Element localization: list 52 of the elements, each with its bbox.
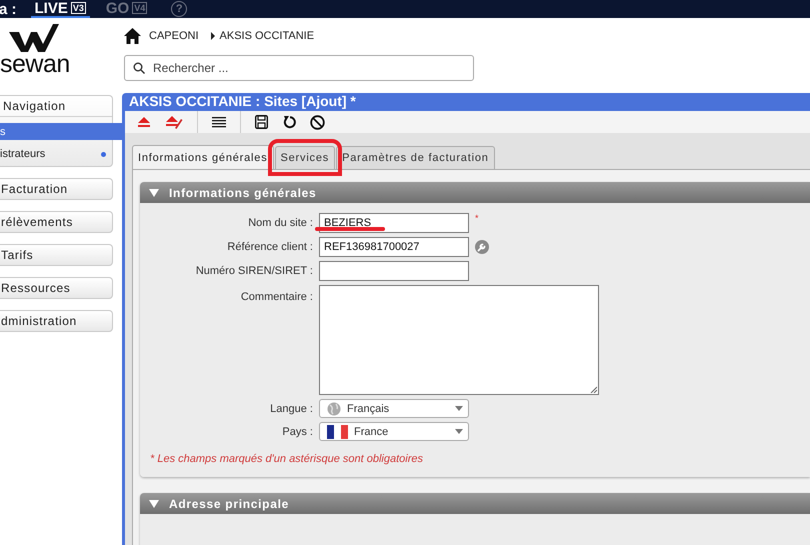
menu-button[interactable]: Tarifs: [0, 244, 113, 266]
sidebar-item[interactable]: istrateurs: [0, 144, 112, 164]
environment-tab[interactable]: GO V4: [102, 0, 152, 18]
logo-text: sewan: [0, 50, 70, 79]
home-icon[interactable]: [124, 28, 141, 44]
menu-button[interactable]: rélèvements: [0, 211, 113, 233]
navigation-header[interactable]: Navigation: [0, 96, 112, 117]
text-field[interactable]: REF136981700027: [319, 237, 469, 257]
text-field[interactable]: [319, 261, 469, 281]
save-icon[interactable]: [255, 115, 268, 129]
field-label: Pays :: [281, 426, 313, 438]
dropdown-caret-icon: [455, 429, 463, 434]
menu-button[interactable]: Ressources: [0, 277, 113, 299]
eject-icon[interactable]: [137, 116, 151, 128]
required-mark: *: [475, 213, 479, 223]
sidebar-item[interactable]: s: [0, 123, 122, 140]
dropdown-caret-icon: [455, 406, 463, 411]
logo-icon: [9, 24, 59, 52]
search-icon: [133, 62, 145, 74]
tab[interactable]: Paramètres de facturation: [336, 146, 495, 169]
comment-field[interactable]: [319, 285, 599, 395]
flag-icon: [327, 424, 348, 438]
tab[interactable]: Informations générales: [132, 145, 274, 169]
field-label: Numéro SIREN/SIRET :: [194, 265, 313, 277]
separator-icon: [210, 32, 215, 40]
environment-tab[interactable]: LIVE V3: [30, 0, 90, 18]
version-badge: V3: [70, 2, 86, 14]
section-header[interactable]: Adresse principale: [140, 493, 810, 514]
breadcrumb-link[interactable]: AKSIS OCCITANIE: [220, 30, 314, 42]
field-label: Langue :: [269, 402, 313, 414]
field-label: Commentaire :: [240, 290, 313, 303]
panel-title: AKSIS OCCITANIE : Sites [Ajout] *: [128, 93, 357, 109]
search-field[interactable]: Rechercher ...: [124, 55, 474, 81]
eject-edit-icon[interactable]: [165, 115, 183, 129]
menu-button[interactable]: Facturation: [0, 178, 113, 200]
version-badge: V4: [132, 2, 148, 14]
list-icon[interactable]: [212, 116, 226, 128]
text-field[interactable]: BEZIERS: [319, 213, 469, 233]
undo-icon[interactable]: [282, 115, 296, 129]
field-label: Nom du site :: [247, 217, 313, 229]
section-header[interactable]: Informations générales: [140, 182, 810, 203]
help-icon[interactable]: ?: [171, 1, 188, 17]
language-dropdown[interactable]: Français: [319, 399, 469, 418]
cancel-icon[interactable]: [310, 114, 325, 130]
menu-button[interactable]: dministration: [0, 310, 113, 332]
breadcrumb-link[interactable]: CAPEONI: [149, 30, 199, 42]
globe-icon: [327, 402, 341, 416]
required-note: * Les champs marqués d'un astérisque sont obligatoires: [150, 453, 424, 465]
resize-grip-icon[interactable]: [590, 386, 597, 393]
field-label: Référence client :: [226, 241, 313, 253]
wrench-icon[interactable]: [475, 240, 489, 254]
country-dropdown[interactable]: France: [319, 422, 469, 441]
